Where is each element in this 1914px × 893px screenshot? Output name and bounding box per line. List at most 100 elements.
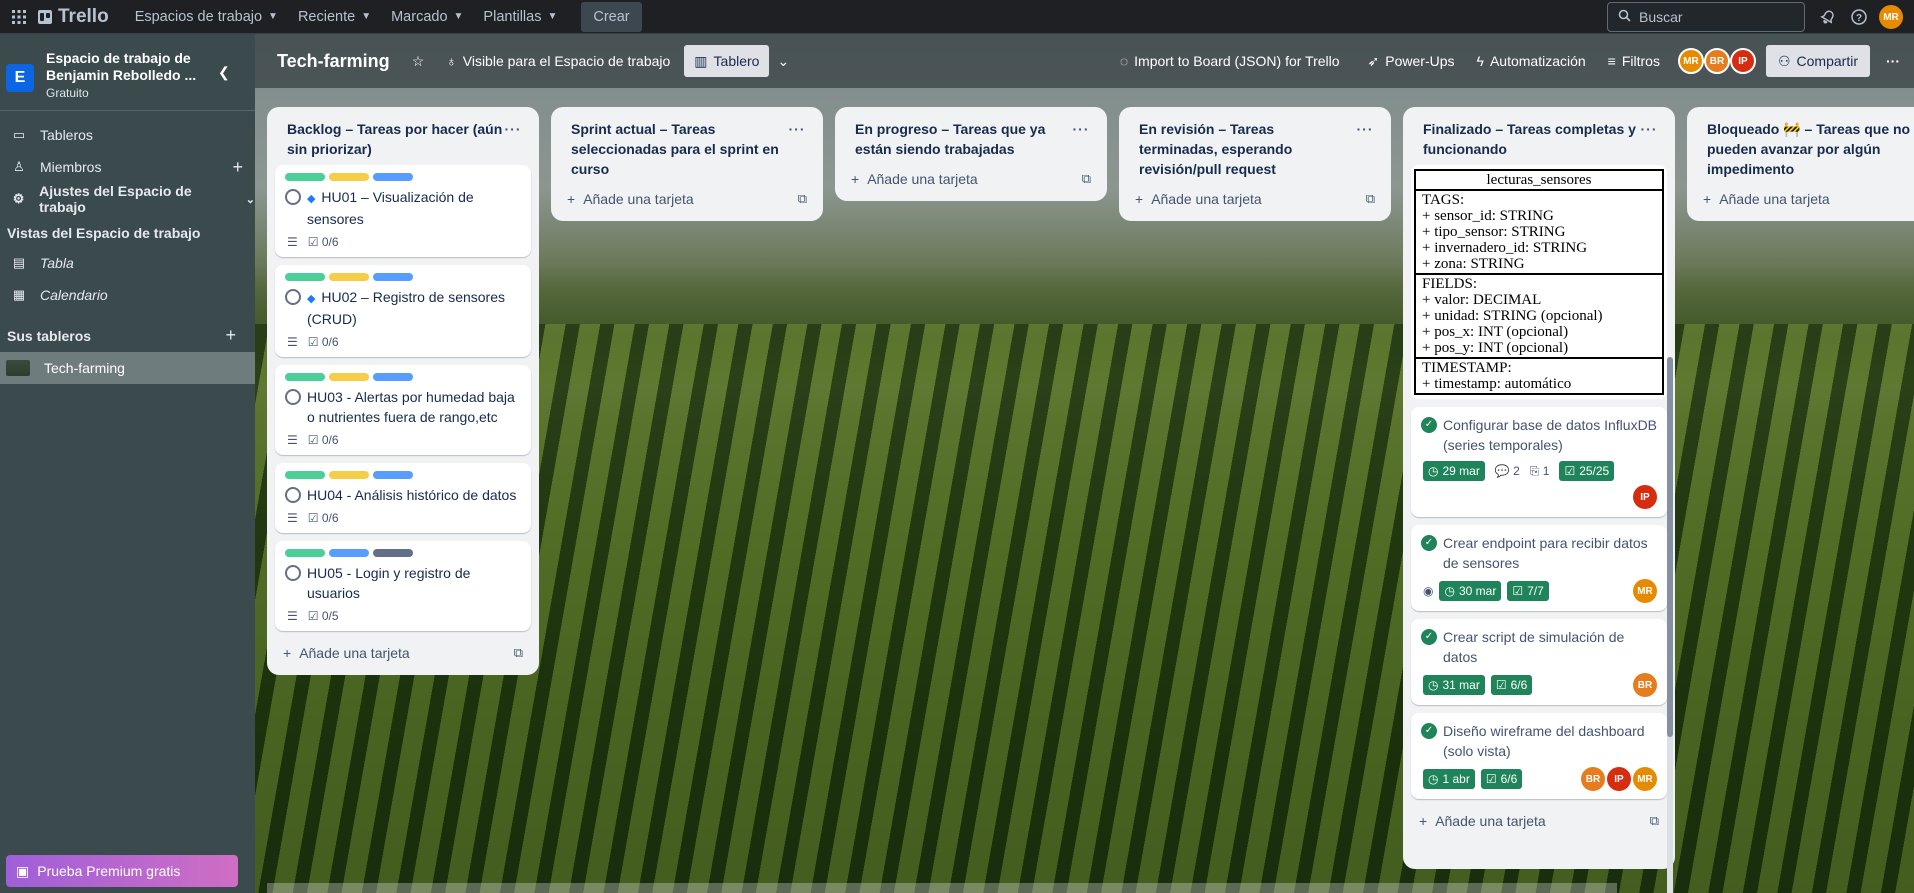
- card-template-icon[interactable]: ⧉: [1366, 191, 1375, 207]
- powerups-button[interactable]: ➶ Power-Ups: [1360, 45, 1463, 77]
- list-title[interactable]: En progreso – Tareas que ya están siendo…: [855, 119, 1071, 159]
- list-menu-icon[interactable]: ···: [1071, 119, 1091, 139]
- check-complete-icon[interactable]: ✓: [1421, 535, 1437, 551]
- premium-trial-button[interactable]: ▣ Prueba Premium gratis: [6, 855, 238, 887]
- card[interactable]: ◆ HU02 – Registro de sensores (CRUD) ☰ ☑ …: [275, 265, 531, 357]
- collapse-sidebar-icon[interactable]: ❮: [218, 64, 230, 81]
- due-date-badge[interactable]: ◷ 1 abr: [1423, 769, 1475, 789]
- help-icon[interactable]: ?: [1848, 6, 1870, 28]
- card[interactable]: HU04 - Análisis histórico de datos ☰ ☑ 0/…: [275, 463, 531, 533]
- board-menu-icon[interactable]: ···: [1878, 45, 1908, 77]
- list-menu-icon[interactable]: ···: [787, 119, 807, 139]
- star-board-icon[interactable]: ☆: [404, 45, 433, 77]
- board-view-button[interactable]: ▥ Tablero: [684, 45, 770, 77]
- add-board-icon[interactable]: +: [225, 325, 236, 346]
- card[interactable]: ✓ Diseño wireframe del dashboard (solo vi…: [1411, 713, 1667, 799]
- sidebar-item-settings[interactable]: ⚙ Ajustes del Espacio de trabajo ⌄: [0, 183, 255, 215]
- label-dark[interactable]: [373, 549, 413, 557]
- card[interactable]: HU05 - Login y registro de usuarios ☰ ☑ 0…: [275, 541, 531, 631]
- check-complete-icon[interactable]: ✓: [1421, 417, 1437, 433]
- avatar[interactable]: IP: [1633, 485, 1657, 509]
- sidebar-item-members[interactable]: ♙ Miembros +: [0, 151, 255, 183]
- user-avatar[interactable]: MR: [1879, 5, 1903, 29]
- label-blue[interactable]: [373, 273, 413, 281]
- list-menu-icon[interactable]: ···: [1355, 119, 1375, 139]
- app-switcher-icon[interactable]: [0, 9, 38, 24]
- nav-templates[interactable]: Plantillas ▼: [473, 1, 567, 33]
- add-member-icon[interactable]: +: [232, 157, 243, 178]
- search-input[interactable]: [1639, 9, 1789, 25]
- notifications-icon[interactable]: [1817, 6, 1839, 28]
- sidebar-item-table[interactable]: ▤ Tabla: [0, 247, 255, 279]
- schema-cover-card[interactable]: lecturas_sensores TAGS: + sensor_id: STR…: [1411, 165, 1667, 399]
- label-yellow[interactable]: [329, 273, 369, 281]
- label-green[interactable]: [285, 471, 325, 479]
- add-card-button[interactable]: +Añade una tarjeta⧉: [275, 639, 531, 667]
- search-box[interactable]: [1607, 2, 1805, 32]
- label-green[interactable]: [285, 373, 325, 381]
- list-title[interactable]: En revisión – Tareas terminadas, esperan…: [1139, 119, 1355, 179]
- avatar[interactable]: BR: [1633, 673, 1657, 697]
- list-menu-icon[interactable]: ···: [1639, 119, 1659, 139]
- due-date-badge[interactable]: ◷ 29 mar: [1423, 461, 1485, 481]
- card-template-icon[interactable]: ⧉: [1082, 171, 1091, 187]
- card[interactable]: HU03 - Alertas por humedad baja o nutrie…: [275, 365, 531, 455]
- add-card-button[interactable]: +Añade una tarjeta⧉: [1127, 185, 1383, 213]
- complete-checkbox-icon[interactable]: [285, 487, 301, 503]
- complete-checkbox-icon[interactable]: [285, 189, 301, 205]
- workspace-name[interactable]: Espacio de trabajo de Benjamin Rebolledo…: [46, 50, 206, 84]
- card[interactable]: ✓ Crear endpoint para recibir datos de se…: [1411, 525, 1667, 611]
- check-complete-icon[interactable]: ✓: [1421, 629, 1437, 645]
- complete-checkbox-icon[interactable]: [285, 389, 301, 405]
- due-date-badge[interactable]: ◷ 31 mar: [1423, 675, 1485, 695]
- list-scrollbar[interactable]: [1667, 357, 1673, 893]
- avatar[interactable]: BR: [1703, 48, 1730, 74]
- create-button[interactable]: Crear: [581, 1, 642, 32]
- avatar[interactable]: BR: [1581, 767, 1605, 791]
- label-yellow[interactable]: [329, 173, 369, 181]
- label-yellow[interactable]: [329, 471, 369, 479]
- workspace-avatar[interactable]: E: [6, 64, 34, 92]
- avatar[interactable]: MR: [1677, 48, 1704, 74]
- list-title[interactable]: Sprint actual – Tareas seleccionadas par…: [571, 119, 787, 179]
- complete-checkbox-icon[interactable]: [285, 289, 301, 305]
- list-title[interactable]: Backlog – Tareas por hacer (aún sin prio…: [287, 119, 503, 159]
- card[interactable]: ✓ Configurar base de datos InfluxDB (seri…: [1411, 407, 1667, 517]
- add-card-button[interactable]: +Añade una tarjeta⧉: [843, 165, 1099, 193]
- nav-recent[interactable]: Reciente ▼: [288, 1, 381, 33]
- automation-button[interactable]: ϟ Automatización: [1469, 45, 1594, 77]
- views-dropdown-icon[interactable]: ⌄: [769, 45, 797, 77]
- trello-logo[interactable]: Trello: [38, 6, 109, 28]
- label-blue[interactable]: [373, 373, 413, 381]
- check-complete-icon[interactable]: ✓: [1421, 723, 1437, 739]
- card-template-icon[interactable]: ⧉: [798, 191, 807, 207]
- list-title[interactable]: Bloqueado 🚧 – Tareas que no pueden avanz…: [1707, 119, 1914, 179]
- label-green[interactable]: [285, 549, 325, 557]
- nav-workspaces[interactable]: Espacios de trabajo ▼: [125, 1, 288, 33]
- label-green[interactable]: [285, 273, 325, 281]
- card-template-icon[interactable]: ⧉: [1650, 813, 1659, 829]
- sidebar-item-boards[interactable]: ▭ Tableros: [0, 119, 255, 151]
- list-menu-icon[interactable]: ···: [503, 119, 523, 139]
- avatar[interactable]: MR: [1633, 579, 1657, 603]
- sidebar-item-calendar[interactable]: ▦ Calendario: [0, 279, 255, 311]
- filters-button[interactable]: ≡ Filtros: [1600, 45, 1668, 77]
- board-horizontal-scrollbar[interactable]: [267, 883, 1617, 893]
- share-button[interactable]: ⚇ Compartir: [1765, 45, 1870, 77]
- board-title[interactable]: Tech-farming: [277, 51, 390, 72]
- add-card-button[interactable]: +Añade una tarjeta⧉: [1411, 807, 1667, 835]
- add-card-button[interactable]: +Añade una tarjeta⧉: [1695, 185, 1914, 213]
- avatar[interactable]: IP: [1607, 767, 1631, 791]
- visibility-button[interactable]: ♁ Visible para el Espacio de trabajo: [438, 45, 678, 77]
- avatar[interactable]: IP: [1729, 48, 1756, 74]
- sidebar-item-tech-farming[interactable]: Tech-farming: [0, 352, 255, 384]
- label-green[interactable]: [285, 173, 325, 181]
- avatar[interactable]: MR: [1633, 767, 1657, 791]
- import-json-button[interactable]: ◌ Import to Board (JSON) for Trello: [1112, 45, 1348, 77]
- due-date-badge[interactable]: ◷ 30 mar: [1439, 581, 1502, 601]
- card-template-icon[interactable]: ⧉: [514, 645, 523, 661]
- nav-starred[interactable]: Marcado ▼: [381, 1, 473, 33]
- card[interactable]: ✓ Crear script de simulación de datos ◷ 31…: [1411, 619, 1667, 705]
- label-blue[interactable]: [373, 173, 413, 181]
- add-card-button[interactable]: +Añade una tarjeta⧉: [559, 185, 815, 213]
